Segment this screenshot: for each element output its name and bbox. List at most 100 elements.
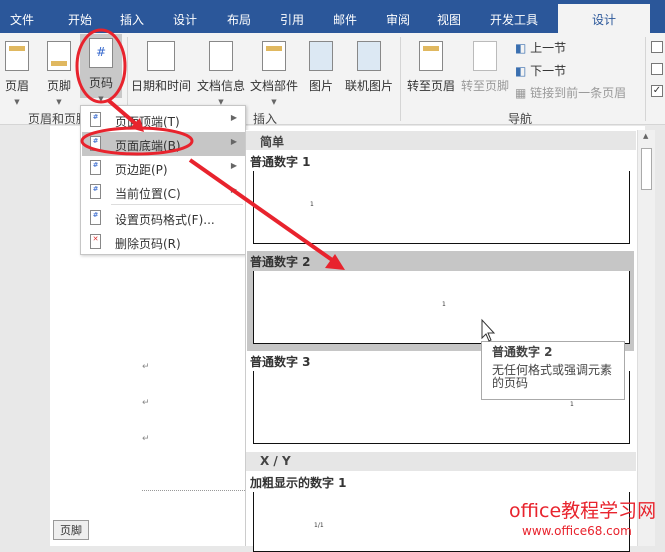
gallery-item-plain-number-2[interactable]: 普通数字 2 1 xyxy=(247,251,634,351)
goto-footer-label: 转至页脚 xyxy=(460,79,509,93)
link-to-previous-button[interactable]: ▦ 链接到前一条页眉 xyxy=(515,84,626,101)
menu-item-label: 页边距(P) xyxy=(115,163,168,177)
tab-insert[interactable]: 插入 xyxy=(120,11,144,28)
online-pictures-button[interactable]: 联机图片 xyxy=(343,37,395,94)
header-icon xyxy=(5,41,29,71)
link-icon: ▦ xyxy=(515,86,531,100)
chevron-right-icon: ▶ xyxy=(230,185,237,194)
tab-mailings[interactable]: 邮件 xyxy=(333,11,357,28)
group-label-header-footer: 页眉和页脚 xyxy=(28,112,89,126)
tooltip: 普通数字 2 无任何格式或强调元素的页码 xyxy=(481,341,625,400)
chevron-down-icon: ▼ xyxy=(14,98,20,106)
menu-item-label: 页面底端(B) xyxy=(115,139,181,153)
tab-home[interactable]: 开始 xyxy=(68,11,92,28)
header-button[interactable]: 页眉 ▼ xyxy=(2,37,32,106)
menu-item-label: 删除页码(R) xyxy=(115,237,181,251)
menu-divider xyxy=(111,204,243,205)
calendar-clock-icon xyxy=(147,41,175,71)
remove-page-number-icon: ✕ xyxy=(90,234,101,249)
menu-item-page-margins[interactable]: # 页边距(P) ▶ xyxy=(82,156,245,180)
page-number-button[interactable]: # 页码 ▼ xyxy=(80,34,122,103)
preview-page-number: 1 xyxy=(310,201,314,208)
online-picture-icon xyxy=(357,41,381,71)
chevron-right-icon: ▶ xyxy=(230,113,237,122)
tab-developer[interactable]: 开发工具 xyxy=(490,11,538,28)
goto-header-icon xyxy=(419,41,443,71)
menu-item-label: 当前位置(C) xyxy=(115,187,181,201)
quick-parts-label: 文档部件 xyxy=(249,79,298,93)
tooltip-description: 无任何格式或强调元素的页码 xyxy=(492,363,613,390)
tab-layout[interactable]: 布局 xyxy=(227,11,251,28)
next-section-label: 下一节 xyxy=(530,64,567,78)
menu-item-format-page-numbers[interactable]: # 设置页码格式(F)... xyxy=(82,206,245,230)
gallery-scrollbar[interactable]: ▲ xyxy=(637,130,655,546)
quick-parts-button[interactable]: 文档部件 ▼ xyxy=(249,37,299,106)
format-page-number-icon: # xyxy=(90,210,101,225)
online-pictures-label: 联机图片 xyxy=(344,79,393,93)
tab-review[interactable]: 审阅 xyxy=(386,11,410,28)
paragraph-mark: ↵ xyxy=(142,362,150,372)
tab-view[interactable]: 视图 xyxy=(437,11,461,28)
page-number-menu: # 页面顶端(T) ▶ # 页面底端(B) ▶ # 页边距(P) ▶ # 当前位置(C) ▶ #… xyxy=(80,105,246,255)
goto-footer-button[interactable]: 转至页脚 xyxy=(459,37,511,94)
preview-page-number: 1/1 xyxy=(314,522,324,529)
menu-item-bottom-of-page[interactable]: # 页面底端(B) ▶ xyxy=(82,132,245,156)
gallery-item-plain-number-1[interactable]: 普通数字 1 1 xyxy=(247,151,634,251)
paragraph-mark: ↵ xyxy=(142,398,150,408)
gallery-item-title: 普通数字 2 xyxy=(250,255,311,269)
menu-item-remove-page-numbers[interactable]: ✕ 删除页码(R) xyxy=(82,230,245,254)
chevron-right-icon: ▶ xyxy=(230,137,237,146)
tab-hf-design[interactable]: 设计 xyxy=(558,4,650,33)
menu-item-label: 页面顶端(T) xyxy=(115,115,180,129)
gallery-item-title: 普通数字 1 xyxy=(250,155,311,169)
option-checkbox[interactable] xyxy=(651,63,663,75)
doc-info-icon xyxy=(209,41,233,71)
gallery-section-simple: 简单 xyxy=(246,131,636,150)
menu-item-top-of-page[interactable]: # 页面顶端(T) ▶ xyxy=(82,108,245,132)
footer-icon xyxy=(47,41,71,71)
tab-file[interactable]: 文件 xyxy=(10,11,34,28)
doc-info-label: 文档信息 xyxy=(196,79,245,93)
date-time-button[interactable]: 日期和时间 xyxy=(130,37,192,94)
page-top-icon: # xyxy=(90,112,101,127)
gallery-item-title: 加粗显示的数字 1 xyxy=(250,476,347,490)
goto-footer-icon xyxy=(473,41,497,71)
tooltip-title: 普通数字 2 xyxy=(492,345,553,359)
previous-section-icon: ◧ xyxy=(515,41,531,55)
page-bottom-icon: # xyxy=(90,136,101,151)
current-position-icon: # xyxy=(90,184,101,199)
link-to-previous-label: 链接到前一条页眉 xyxy=(530,86,627,100)
menu-item-current-position[interactable]: # 当前位置(C) ▶ xyxy=(82,180,245,204)
next-section-button[interactable]: ◧ 下一节 xyxy=(515,62,566,79)
paragraph-mark: ↵ xyxy=(142,434,150,444)
doc-info-button[interactable]: 文档信息 ▼ xyxy=(196,37,246,106)
next-section-icon: ◧ xyxy=(515,64,531,78)
page-number-label: 页码 xyxy=(88,76,113,90)
footer-boundary xyxy=(142,490,245,491)
previous-section-button[interactable]: ◧ 上一节 xyxy=(515,39,566,56)
menu-item-label: 设置页码格式(F)... xyxy=(115,213,215,227)
option-checkbox[interactable] xyxy=(651,41,663,53)
page-margin-icon: # xyxy=(90,160,101,175)
option-checkbox[interactable]: ✓ xyxy=(651,85,663,97)
scrollbar-thumb[interactable] xyxy=(641,148,652,190)
preview-page-number: 1 xyxy=(570,401,574,408)
pictures-button[interactable]: 图片 xyxy=(306,37,336,94)
chevron-down-icon: ▼ xyxy=(271,98,277,106)
pictures-label: 图片 xyxy=(308,79,333,93)
goto-header-button[interactable]: 转至页眉 xyxy=(405,37,457,94)
gallery-item-title: 普通数字 3 xyxy=(250,355,311,369)
chevron-down-icon: ▼ xyxy=(98,95,104,103)
watermark-title: office教程学习网 xyxy=(509,500,657,522)
tab-references[interactable]: 引用 xyxy=(280,11,304,28)
footer-label: 页脚 xyxy=(46,79,71,93)
footer-button[interactable]: 页脚 ▼ xyxy=(44,37,74,106)
goto-header-label: 转至页眉 xyxy=(406,79,455,93)
group-divider xyxy=(645,37,646,121)
date-time-label: 日期和时间 xyxy=(130,79,191,93)
chevron-right-icon: ▶ xyxy=(230,161,237,170)
header-label: 页眉 xyxy=(4,79,29,93)
gallery-section-xy: X / Y xyxy=(246,452,636,471)
tab-design[interactable]: 设计 xyxy=(173,11,197,28)
scroll-up-icon[interactable]: ▲ xyxy=(643,132,648,140)
